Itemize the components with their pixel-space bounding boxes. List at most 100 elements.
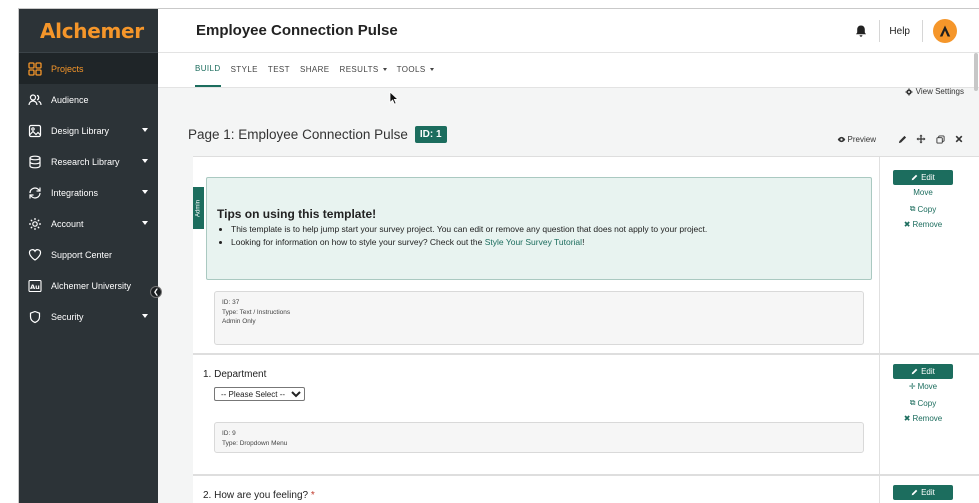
view-settings-link[interactable]: View Settings — [905, 87, 964, 96]
chevron-down-icon — [142, 159, 148, 163]
eye-icon — [837, 136, 845, 142]
sidebar: Alchemer Projects Audience Design Librar… — [19, 9, 158, 503]
remove-label: Remove — [912, 414, 943, 423]
scrollbar-thumb[interactable] — [974, 53, 978, 91]
move-arrows-icon — [916, 134, 926, 144]
meta-id: ID: 37 — [222, 299, 240, 306]
sidebar-item-label: Design Library — [51, 125, 110, 136]
question-card-department: 1. Department -- Please Select -- ID: 9 … — [193, 354, 979, 475]
collapse-sidebar-button[interactable]: ❮ — [150, 286, 162, 298]
move-button[interactable]: Move — [893, 188, 953, 197]
header-actions: Help — [854, 9, 957, 53]
help-link[interactable]: Help — [889, 26, 910, 37]
pencil-icon — [911, 489, 918, 496]
sidebar-item-label: Projects — [51, 63, 84, 74]
alchemer-a-icon — [939, 25, 951, 37]
sidebar-item-label: Research Library — [51, 156, 120, 167]
scrollbar[interactable] — [973, 53, 979, 93]
copy-icon: ⧉ — [909, 204, 916, 213]
edit-page-button[interactable] — [897, 134, 907, 144]
copy-page-button[interactable] — [935, 134, 945, 144]
edit-label: Edit — [921, 173, 935, 182]
question-title[interactable]: 2. How are you feeling? * — [203, 490, 315, 501]
pencil-icon — [911, 368, 918, 375]
chevron-left-icon: ❮ — [153, 289, 159, 296]
database-icon — [27, 154, 43, 170]
survey-title: Employee Connection Pulse — [196, 22, 398, 39]
move-page-button[interactable] — [916, 134, 926, 144]
tips-bullet: This template is to help jump start your… — [231, 223, 707, 236]
tab-share[interactable]: SHARE — [300, 52, 330, 87]
card-content: 2. How are you feeling? * — [193, 476, 880, 503]
tab-tools[interactable]: TOOLS — [397, 52, 434, 87]
edit-button[interactable]: Edit — [893, 170, 953, 185]
delete-page-button[interactable] — [954, 134, 964, 144]
required-marker: * — [310, 490, 315, 501]
sidebar-item-label: Security — [51, 311, 84, 322]
tab-style[interactable]: STYLE — [231, 52, 258, 87]
copy-button[interactable]: ⧉ Copy — [893, 398, 953, 408]
tips-title: Tips on using this template! — [217, 207, 377, 221]
page-tools: Preview — [837, 134, 964, 144]
page-header: Page 1: Employee Connection Pulse ID: 1 — [188, 126, 447, 143]
tab-results[interactable]: RESULTS — [340, 52, 387, 87]
copy-label: Copy — [917, 204, 937, 214]
tips-list: This template is to help jump start your… — [231, 223, 707, 249]
close-icon: ✖ — [903, 220, 911, 229]
people-icon — [27, 92, 43, 108]
remove-label: Remove — [912, 220, 943, 229]
close-icon: ✖ — [903, 414, 911, 423]
move-arrows-icon: ✛ — [908, 382, 916, 391]
sidebar-item-label: Account — [51, 218, 84, 229]
top-header: Employee Connection Pulse Help — [158, 9, 979, 53]
page-title[interactable]: Page 1: Employee Connection Pulse — [188, 127, 408, 142]
remove-button[interactable]: ✖ Remove — [893, 414, 953, 423]
tips-box: Tips on using this template! This templa… — [206, 177, 872, 280]
au-badge-icon: Au — [27, 278, 43, 294]
sync-icon — [27, 185, 43, 201]
view-settings-label: View Settings — [915, 87, 964, 96]
svg-text:Au: Au — [30, 283, 40, 291]
sidebar-item-security[interactable]: Security — [19, 301, 158, 332]
sidebar-item-integrations[interactable]: Integrations — [19, 177, 158, 208]
bell-icon[interactable] — [854, 24, 868, 38]
chevron-down-icon — [142, 314, 148, 318]
avatar[interactable] — [933, 19, 957, 43]
sidebar-item-design-library[interactable]: Design Library — [19, 115, 158, 146]
style-tutorial-link[interactable]: Style Your Survey Tutorial — [485, 237, 582, 247]
mouse-cursor-icon — [389, 91, 399, 105]
tab-test[interactable]: TEST — [268, 52, 290, 87]
question-card-feeling: 2. How are you feeling? * Edit — [193, 475, 979, 503]
meta-admin: Admin Only — [222, 318, 256, 325]
sidebar-item-projects[interactable]: Projects — [19, 53, 158, 84]
edit-button[interactable]: Edit — [893, 364, 953, 379]
shield-icon — [27, 309, 43, 325]
edit-button[interactable]: Edit — [893, 485, 953, 500]
build-tabs: BUILD STYLE TEST SHARE RESULTS TOOLS — [158, 53, 979, 88]
tips-bullet-text: Looking for information on how to style … — [231, 237, 485, 247]
sidebar-item-alchemer-university[interactable]: Au Alchemer University — [19, 270, 158, 301]
sidebar-item-audience[interactable]: Audience — [19, 84, 158, 115]
sidebar-item-account[interactable]: Account — [19, 208, 158, 239]
move-button[interactable]: ✛ Move — [893, 382, 953, 391]
sidebar-item-research-library[interactable]: Research Library — [19, 146, 158, 177]
copy-button[interactable]: ⧉ Copy — [893, 204, 953, 214]
tab-label: STYLE — [230, 65, 258, 74]
question-title[interactable]: 1. Department — [203, 369, 266, 380]
admin-only-tab: Admin — [193, 187, 204, 229]
tab-build[interactable]: BUILD — [195, 52, 221, 87]
department-select[interactable]: -- Please Select -- — [214, 387, 305, 401]
close-icon — [955, 135, 963, 143]
preview-button[interactable]: Preview — [837, 135, 876, 144]
remove-button[interactable]: ✖ Remove — [893, 220, 953, 229]
sidebar-item-support-center[interactable]: Support Center — [19, 239, 158, 270]
sidebar-item-label: Support Center — [51, 249, 113, 260]
tips-bullet: Looking for information on how to style … — [231, 236, 707, 249]
chevron-down-icon — [429, 68, 434, 71]
pencil-icon — [911, 174, 918, 181]
brand-logo[interactable]: Alchemer — [19, 9, 158, 53]
move-label: Move — [917, 382, 938, 391]
tips-bullet-text: This template is to help jump start your… — [231, 224, 708, 234]
chevron-down-icon — [142, 128, 148, 132]
copy-icon: ⧉ — [909, 398, 916, 407]
